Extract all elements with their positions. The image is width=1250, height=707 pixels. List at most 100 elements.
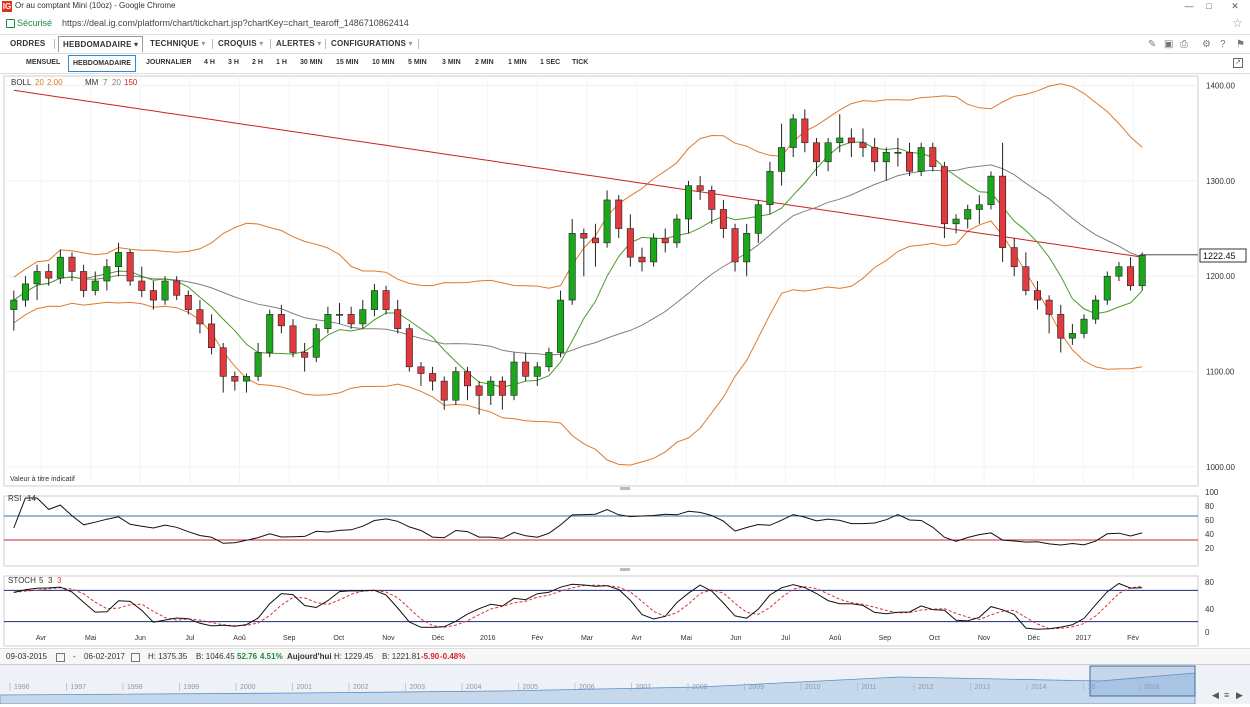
candle-body <box>673 218 681 244</box>
address-bar[interactable]: Sécurisé https://deal.ig.com/platform/ch… <box>0 14 1250 35</box>
today-label: Aujourd'hui : <box>287 652 337 661</box>
candle-body <box>545 352 553 368</box>
scroll-grip-icon[interactable]: ≡ <box>1224 690 1229 700</box>
menu-hebdomadaire[interactable]: HEBDOMADAIRE ▾ <box>58 36 144 52</box>
print-icon[interactable]: ⎙ <box>1180 39 1188 50</box>
tf-tick[interactable]: TICK <box>572 59 588 66</box>
candle-body <box>336 314 344 316</box>
minimize-icon[interactable]: — <box>1180 0 1198 12</box>
candle <box>1138 252 1146 291</box>
navigator-selection[interactable] <box>1089 665 1196 697</box>
time-tick-label: Déc <box>432 635 445 642</box>
tf-1sec[interactable]: 1 SEC <box>540 59 560 66</box>
candle-body <box>149 290 157 301</box>
menu-configurations-label: CONFIGURATIONS <box>331 39 407 48</box>
candle-body <box>661 237 669 244</box>
navigator-year-label: 2012 <box>918 684 934 691</box>
candle-body <box>138 280 146 291</box>
tf-3h[interactable]: 3 H <box>228 59 239 66</box>
tf-2h[interactable]: 2 H <box>252 59 263 66</box>
candle <box>1103 271 1111 305</box>
date-to[interactable]: 06-02-2017 <box>84 652 125 661</box>
tf-hebdomadaire[interactable]: HEBDOMADAIRE <box>68 55 136 72</box>
today-high: H: 1229.45 <box>334 652 374 661</box>
tf-10min[interactable]: 10 MIN <box>372 59 395 66</box>
stoch-param-2: 3 <box>48 576 53 585</box>
bookmark-star-icon[interactable]: ☆ <box>1232 16 1243 30</box>
candle-body <box>626 228 634 258</box>
calendar-icon[interactable] <box>56 653 65 662</box>
tf-4h[interactable]: 4 H <box>204 59 215 66</box>
candle-body <box>871 147 879 163</box>
tf-1h[interactable]: 1 H <box>276 59 287 66</box>
chevron-down-icon: ▾ <box>408 39 413 48</box>
candle-body <box>917 147 925 172</box>
tf-30min[interactable]: 30 MIN <box>300 59 323 66</box>
popout-icon[interactable]: ↗ <box>1233 58 1243 68</box>
date-separator: - <box>73 652 76 661</box>
menu-separator <box>54 39 55 49</box>
candle <box>917 142 925 177</box>
image-icon[interactable]: ▣ <box>1164 39 1173 50</box>
candle-body <box>417 366 425 374</box>
range-navigator[interactable]: 1996 1997 1998 1999 2000 2001 2002 2003 2004 2005… <box>0 664 1250 705</box>
price-tick-label: 1300.00 <box>1206 177 1235 186</box>
tf-3min[interactable]: 3 MIN <box>442 59 461 66</box>
date-from[interactable]: 09-03-2015 <box>6 652 47 661</box>
candle-body <box>324 314 332 329</box>
tf-15min[interactable]: 15 MIN <box>336 59 359 66</box>
tf-mensuel[interactable]: MENSUEL <box>26 59 60 66</box>
menu-croquis[interactable]: CROQUIS ▾ <box>218 39 263 48</box>
candle-body <box>533 366 541 377</box>
candle-body <box>289 325 297 353</box>
candle-body <box>1022 266 1030 291</box>
candle-body <box>824 142 832 163</box>
scroll-left-icon[interactable]: ◀ <box>1212 690 1219 700</box>
today-change: -5.90 <box>421 652 440 661</box>
candle-body <box>498 380 506 396</box>
url-text[interactable]: https://deal.ig.com/platform/chart/tickc… <box>62 18 409 28</box>
help-icon[interactable]: ? <box>1220 39 1226 50</box>
menu-technique-label: TECHNIQUE <box>150 39 199 48</box>
menu-configurations[interactable]: CONFIGURATIONS ▾ <box>331 39 413 48</box>
menu-separator <box>212 39 213 49</box>
gear-icon[interactable]: ⚙ <box>1202 39 1211 50</box>
navigator-year-label: 2010 <box>805 684 821 691</box>
chevron-down-icon: ▾ <box>259 39 264 48</box>
time-tick-label: Oct <box>929 635 940 642</box>
calendar-icon[interactable] <box>131 653 140 662</box>
navigator-year-label: 2000 <box>240 684 256 691</box>
scroll-right-icon[interactable]: ▶ <box>1236 690 1243 700</box>
time-tick-label: Oct <box>333 635 344 642</box>
period-change: 52.76 <box>237 652 258 661</box>
navigator-years: 1996 1997 1998 1999 2000 2001 2002 2003 2004 2005… <box>9 683 1160 691</box>
candle-body <box>731 228 739 263</box>
candle-body <box>452 371 460 401</box>
price-axis: 1400.00 1300.00 1200.00 1100.00 1000.00 <box>1206 82 1235 472</box>
navigator-year-label: 2011 <box>862 684 877 691</box>
close-icon[interactable]: ✕ <box>1222 0 1248 12</box>
chart-area[interactable]: 1400.00 1300.00 1200.00 1100.00 1000.00 Avr M… <box>0 74 1250 648</box>
panel-resize-handle[interactable] <box>620 568 630 571</box>
comment-icon[interactable]: ⚑ <box>1236 39 1245 50</box>
candle-body <box>1057 314 1065 339</box>
pencil-icon[interactable]: ✎ <box>1148 39 1156 50</box>
chart-menu-bar: ORDRES HEBDOMADAIRE ▾ TECHNIQUE ▾ CROQUI… <box>0 36 1250 54</box>
panel-resize-handle[interactable] <box>620 487 630 490</box>
navigator-year-label: 1996 <box>14 684 30 691</box>
candle-body <box>836 137 844 144</box>
menu-technique[interactable]: TECHNIQUE ▾ <box>150 39 206 48</box>
tf-2min[interactable]: 2 MIN <box>475 59 494 66</box>
maximize-icon[interactable]: □ <box>1200 0 1218 12</box>
tf-1min[interactable]: 1 MIN <box>508 59 527 66</box>
candle-body <box>754 204 762 234</box>
tf-journalier[interactable]: JOURNALIER <box>146 59 192 66</box>
menu-alertes[interactable]: ALERTES ▾ <box>276 39 321 48</box>
rsi-tick-label: 80 <box>1205 502 1214 511</box>
candle-body <box>603 199 611 244</box>
candle-body <box>999 175 1007 248</box>
navigator-svg[interactable]: 1996 1997 1998 1999 2000 2001 2002 2003 2004 2005… <box>0 665 1250 705</box>
candle-body <box>987 175 995 206</box>
menu-ordres[interactable]: ORDRES <box>10 39 45 48</box>
tf-5min[interactable]: 5 MIN <box>408 59 427 66</box>
